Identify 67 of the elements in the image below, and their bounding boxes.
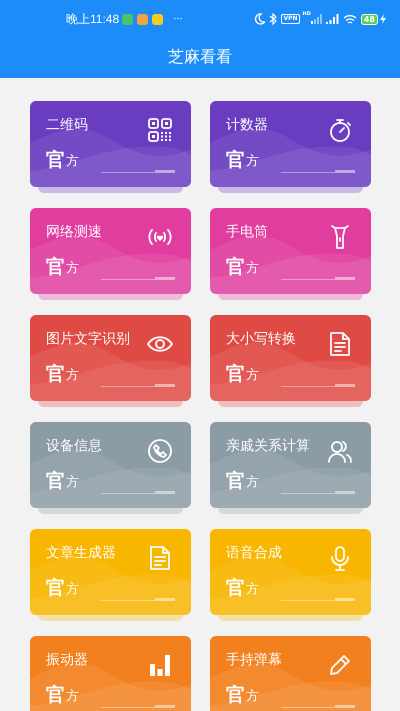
tool-title: 网络测速 [46, 223, 102, 242]
tool-card[interactable]: 大小写转换 官 方 [210, 315, 371, 401]
official-label: 官 [226, 684, 245, 706]
tool-title: 大小写转换 [226, 330, 296, 349]
stopwatch-icon [327, 117, 353, 143]
charging-icon [380, 14, 386, 24]
tool-title: 亲戚关系计算 [226, 437, 310, 456]
official-label: 官 [46, 149, 65, 171]
official-label: 官 [226, 470, 245, 492]
tool-title: 振动器 [46, 651, 88, 670]
battery-indicator: 48 [360, 14, 378, 24]
bluetooth-icon [269, 13, 278, 25]
official-label: 方 [66, 581, 79, 599]
moon-icon [254, 13, 266, 25]
qr-code-icon [147, 117, 173, 143]
tool-title: 语音合成 [226, 544, 282, 563]
document-icon [327, 331, 353, 357]
official-label: 官 [46, 684, 65, 706]
tool-card[interactable]: 二维码 官 方 [30, 101, 191, 187]
tool-card[interactable]: 网络测速 官 方 [30, 208, 191, 294]
tool-title: 二维码 [46, 116, 88, 135]
official-label: 方 [246, 688, 259, 706]
app-notification-icon [152, 14, 164, 24]
official-label: 官 [226, 256, 245, 278]
phone-icon [147, 438, 173, 464]
tool-title: 图片文字识别 [46, 330, 130, 349]
official-label: 方 [66, 474, 79, 492]
official-label: 方 [66, 260, 79, 278]
official-label: 方 [246, 153, 259, 171]
tool-card[interactable]: 手持弹幕 官 方 [210, 636, 371, 711]
official-label: 方 [66, 688, 79, 706]
tool-card[interactable]: 亲戚关系计算 官 方 [210, 422, 371, 508]
official-label: 方 [66, 153, 79, 171]
app-title: 芝麻看看 [168, 46, 232, 68]
official-label: 方 [66, 367, 79, 385]
tool-card[interactable]: 手电筒 官 方 [210, 208, 371, 294]
official-label: 官 [46, 363, 65, 385]
official-label: 官 [226, 577, 245, 599]
tool-card[interactable]: 图片文字识别 官 方 [30, 315, 191, 401]
tool-title: 手持弹幕 [226, 651, 282, 670]
status-time: 晚上11:48 [66, 11, 120, 28]
app-notification-icon [122, 14, 134, 24]
official-label: 官 [226, 149, 245, 171]
signal-icon [326, 14, 339, 24]
tool-card[interactable]: 计数器 官 方 [210, 101, 371, 187]
bar-chart-icon [147, 652, 173, 678]
official-label: 官 [46, 577, 65, 599]
tool-card[interactable]: 设备信息 官 方 [30, 422, 191, 508]
signal-icon [310, 14, 322, 24]
official-label: 官 [226, 363, 245, 385]
wifi-icon [342, 14, 357, 24]
official-label: 方 [246, 474, 259, 492]
tool-title: 手电筒 [226, 223, 268, 242]
tool-card[interactable]: 振动器 官 方 [30, 636, 191, 711]
tool-title: 文章生成器 [46, 544, 116, 563]
official-label: 方 [246, 260, 259, 278]
pencil-icon [327, 652, 353, 678]
official-label: 方 [246, 367, 259, 385]
official-label: 方 [246, 581, 259, 599]
tool-title: 设备信息 [46, 437, 102, 456]
official-label: 官 [46, 470, 65, 492]
official-label: 官 [46, 256, 65, 278]
app-notification-icon [137, 14, 148, 24]
tool-title: 计数器 [226, 116, 268, 135]
document-icon [147, 545, 173, 571]
people-icon [327, 438, 353, 464]
more-notifications-icon: ··· [173, 12, 183, 26]
